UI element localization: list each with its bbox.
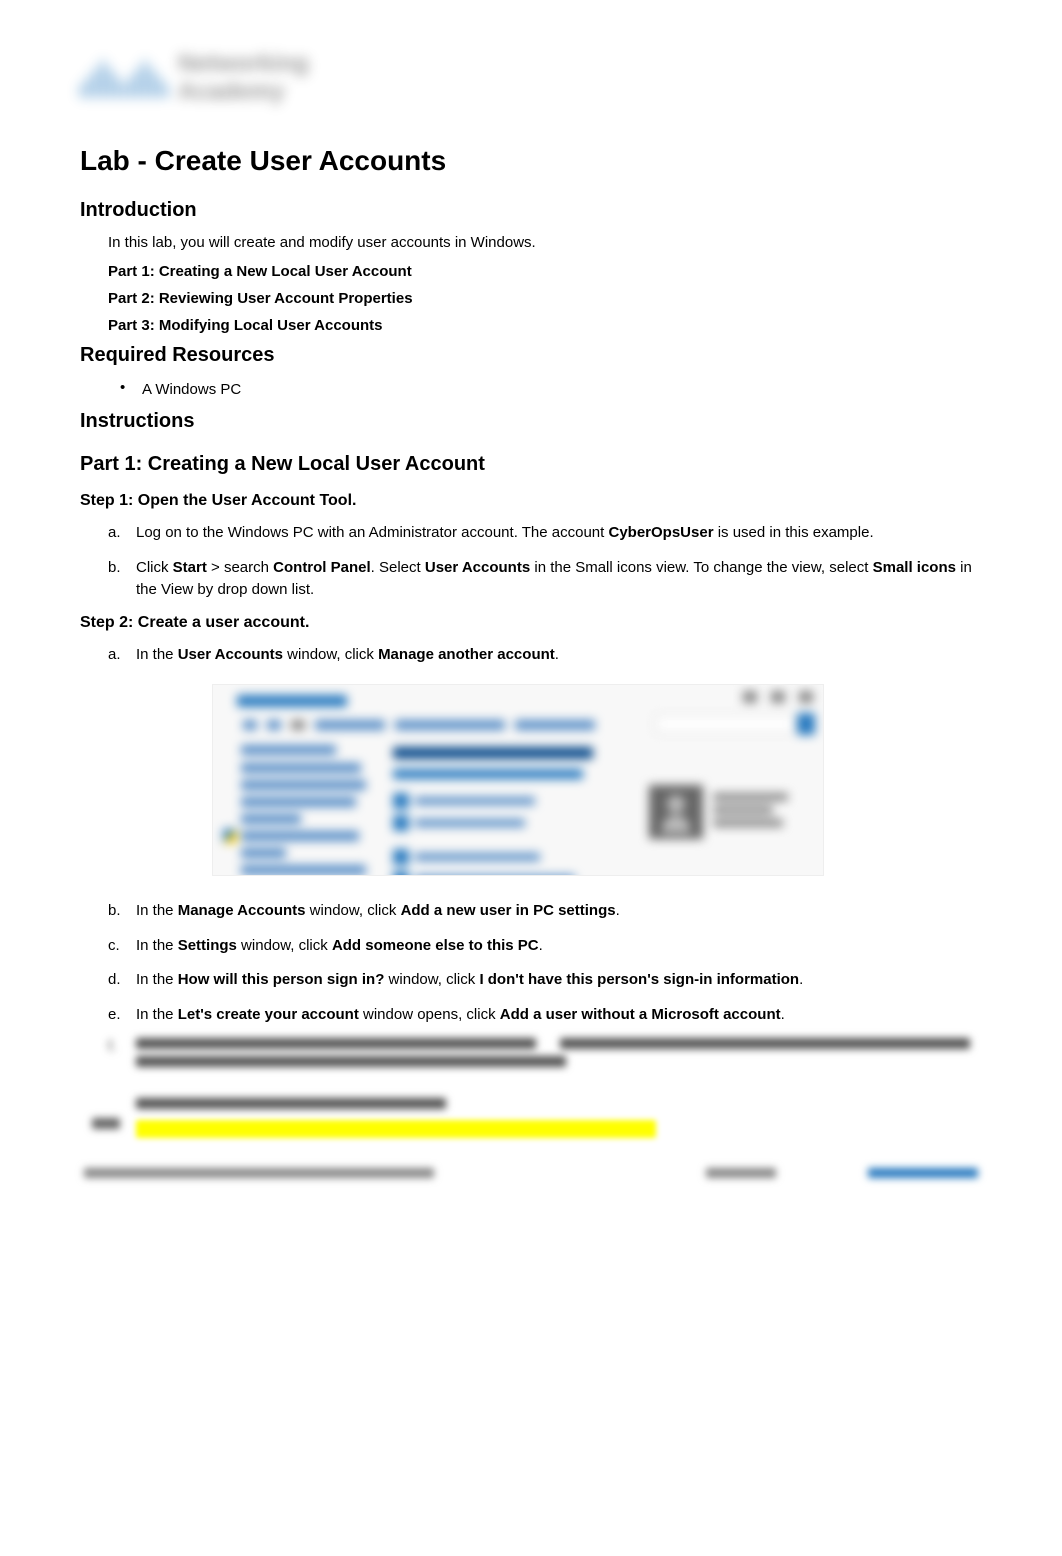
account-info [713,793,793,832]
shield-icon [393,871,409,876]
shield-icon [223,829,237,843]
footer-page [706,1168,776,1178]
intro-text: In this lab, you will create and modify … [108,234,982,251]
intro-part1: Part 1: Creating a New Local User Accoun… [108,263,982,280]
left-panel [241,745,371,876]
logo-line1: Networking [178,50,309,78]
resource-text: A Windows PC [142,379,241,398]
instructions-heading: Instructions [80,410,982,433]
step-letter: a. [108,522,136,545]
shield-icon [393,793,409,809]
step2a: a. In the User Accounts window, click Ma… [108,644,982,667]
step-letter: c. [108,935,136,958]
step-letter: a. [108,644,136,667]
step2d: d. In the How will this person sign in? … [108,969,982,992]
intro-part3: Part 3: Modifying Local User Accounts [108,317,982,334]
footer-copyright [84,1168,434,1178]
page-title: Lab - Create User Accounts [80,145,982,177]
step-letter: b. [108,900,136,923]
brand-logo: Networking Academy [80,50,370,125]
step-letter: d. [108,969,136,992]
part1-heading: Part 1: Creating a New Local User Accoun… [80,453,982,476]
step1-heading: Step 1: Open the User Account Tool. [80,492,982,510]
step1a: a. Log on to the Windows PC with an Admi… [108,522,982,545]
footer-link [868,1168,978,1178]
intro-heading: Introduction [80,199,982,222]
shield-icon [393,849,409,865]
step1b: b. Click Start > search Control Panel. S… [108,557,982,602]
step2f-blurred: f. [108,1038,982,1084]
window-title [237,695,347,707]
step2c: c. In the Settings window, click Add som… [108,935,982,958]
page-footer [80,1168,982,1178]
step2e: e. In the Let's create your account wind… [108,1004,982,1027]
logo-line2: Academy [178,78,309,106]
step-letter: e. [108,1004,136,1027]
window-controls [743,691,813,703]
resource-item: • A Windows PC [120,379,982,398]
shield-icon [393,815,409,831]
highlight-answer [136,1120,656,1138]
cisco-bars-icon [80,58,168,98]
resources-heading: Required Resources [80,344,982,367]
embedded-screenshot [212,684,824,876]
main-content [393,747,613,876]
avatar [649,785,703,839]
search-icon [797,713,815,735]
search-input [655,715,795,733]
answer-area [136,1120,982,1138]
question-blurred [136,1098,982,1112]
intro-part2: Part 2: Reviewing User Account Propertie… [108,290,982,307]
step2-heading: Step 2: Create a user account. [80,614,982,632]
step2b: b. In the Manage Accounts window, click … [108,900,982,923]
bullet-icon: • [120,379,142,398]
step-letter: b. [108,557,136,602]
